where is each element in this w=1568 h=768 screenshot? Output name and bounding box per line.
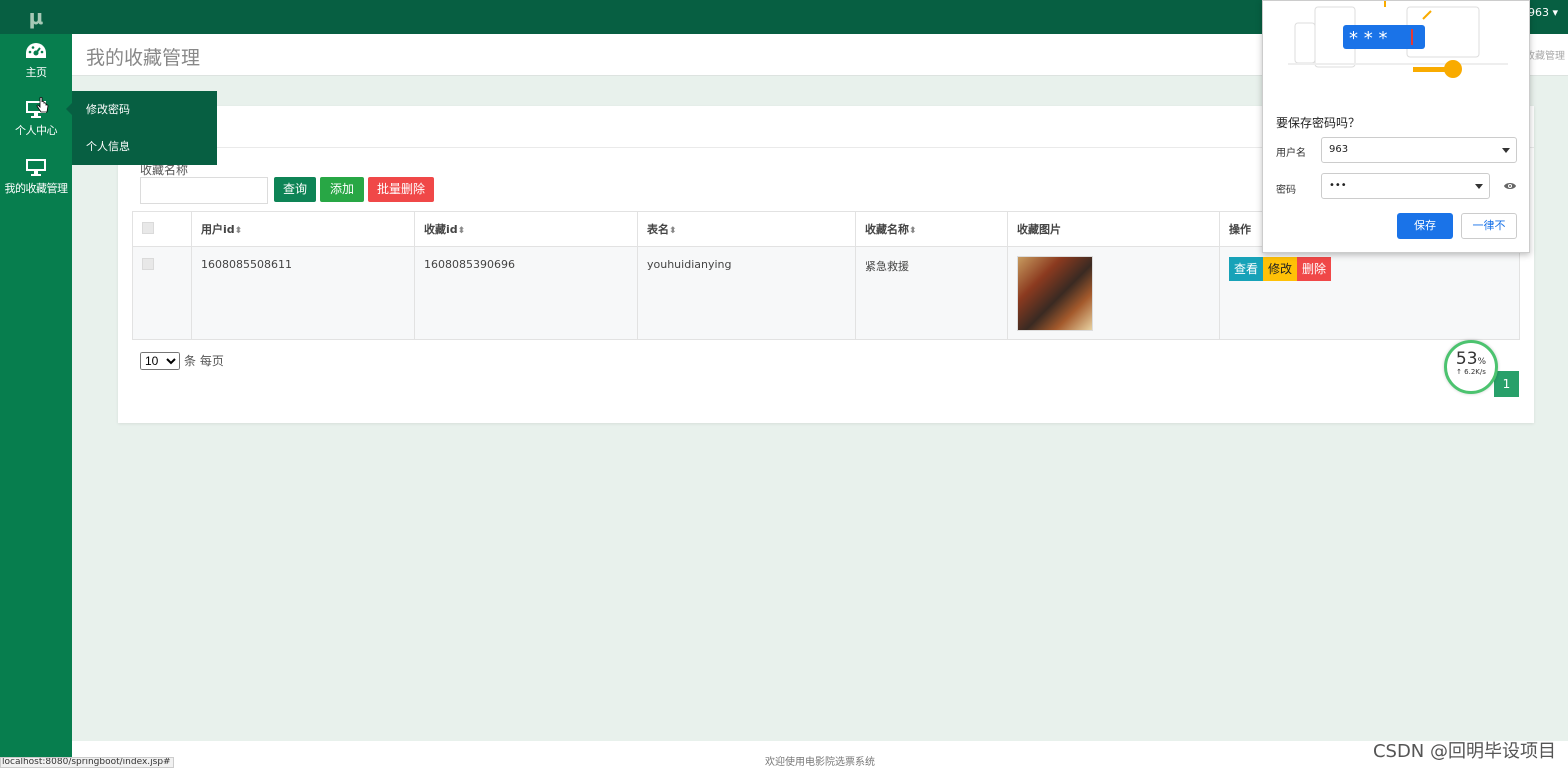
sort-icon: ⬍ <box>669 226 677 236</box>
column-header-fav-image: 收藏图片 <box>1007 211 1220 247</box>
select-all-checkbox[interactable] <box>142 221 154 234</box>
cell-fav-id: 1608085390696 <box>414 246 638 340</box>
page-size-suffix: 条 每页 <box>184 354 224 368</box>
table-row: 1608085508611 1608085390696 youhuidianyi… <box>132 246 1520 340</box>
monitor-icon <box>26 159 46 176</box>
select-all-header <box>132 211 192 247</box>
column-header-user-id[interactable]: 用户id⬍ <box>191 211 415 247</box>
sort-icon: ⬍ <box>909 226 917 236</box>
cell-actions: 查看 修改 删除 <box>1219 246 1520 340</box>
footer: 欢迎使用电影院选票系统 <box>72 741 1568 768</box>
password-field[interactable]: ••• <box>1321 173 1490 199</box>
movie-poster-thumbnail[interactable] <box>1017 256 1093 331</box>
password-label: 密码 <box>1276 185 1296 196</box>
sort-icon: ⬍ <box>457 226 466 236</box>
sidebar-item-label: 个人中心 <box>15 124 58 137</box>
cell-table-name: youhuidianying <box>637 246 856 340</box>
cell-user-id: 1608085508611 <box>191 246 415 340</box>
username-field[interactable]: 963 <box>1321 137 1517 163</box>
sidebar-item-label: 我的收藏管理 <box>4 182 69 195</box>
personal-center-submenu: 修改密码 个人信息 <box>66 91 217 165</box>
cell-fav-name: 紧急救援 <box>855 246 1008 340</box>
sidebar-item-home[interactable]: 主页 <box>0 34 72 92</box>
batch-delete-button[interactable]: 批量删除 <box>368 177 434 202</box>
network-speed-widget[interactable]: 53% ↑ 6.2K/s <box>1444 340 1498 394</box>
cell-fav-image <box>1007 246 1220 340</box>
popup-question: 要保存密码吗？ <box>1276 116 1361 130</box>
column-header-fav-name[interactable]: 收藏名称⬍ <box>855 211 1008 247</box>
dashboard-icon <box>26 43 46 58</box>
logo: μ <box>0 0 72 34</box>
save-password-button[interactable]: 保存 <box>1397 213 1453 239</box>
page-size-select[interactable]: 10 <box>140 352 180 370</box>
eye-icon[interactable] <box>1503 181 1517 191</box>
user-menu[interactable]: 963 ▾ <box>1528 6 1558 19</box>
edit-button[interactable]: 修改 <box>1263 257 1298 281</box>
delete-button[interactable]: 删除 <box>1297 257 1332 281</box>
add-button[interactable]: 添加 <box>320 177 364 202</box>
page-size-control: 10 条 每页 <box>140 352 224 370</box>
column-header-table-name[interactable]: 表名⬍ <box>637 211 856 247</box>
breadcrumb[interactable]: 收藏管理 <box>1525 47 1565 62</box>
submenu-item-personal-info[interactable]: 个人信息 <box>72 128 217 165</box>
page-title: 我的收藏管理 <box>86 47 201 69</box>
save-password-popup: * * * 要保存密码吗？ 用户名 963 密码 ••• 保存 一律不 <box>1262 0 1530 253</box>
sidebar-item-label: 主页 <box>25 66 48 79</box>
column-header-fav-id[interactable]: 收藏id⬍ <box>414 211 638 247</box>
speed-rate: ↑ 6.2K/s <box>1456 368 1486 376</box>
speed-percent: 53% <box>1455 349 1487 369</box>
watermark: CSDN @回明毕设项目 <box>1372 741 1556 762</box>
status-bar-url: localhost:8080/springboot/index.jsp# <box>0 757 174 768</box>
row-select-cell <box>132 246 192 340</box>
sort-icon: ⬍ <box>234 226 243 236</box>
svg-text:* * *: * * * <box>1349 28 1387 49</box>
hand-cursor-icon <box>36 97 49 113</box>
sidebar: μ 主页 个人中心 我的收藏管理 <box>0 0 72 768</box>
query-button[interactable]: 查询 <box>274 177 316 202</box>
chevron-down-icon <box>1502 148 1510 153</box>
view-button[interactable]: 查看 <box>1229 257 1264 281</box>
never-save-button[interactable]: 一律不 <box>1461 213 1517 239</box>
row-checkbox[interactable] <box>142 258 154 270</box>
search-input[interactable] <box>140 177 268 204</box>
chevron-down-icon <box>1475 184 1483 189</box>
submenu-item-change-password[interactable]: 修改密码 <box>72 91 217 128</box>
page-number-button[interactable]: 1 <box>1494 371 1519 397</box>
password-illustration-icon: * * * <box>1288 1 1508 78</box>
username-label: 用户名 <box>1276 148 1306 159</box>
sidebar-item-favorites[interactable]: 我的收藏管理 <box>0 150 72 208</box>
